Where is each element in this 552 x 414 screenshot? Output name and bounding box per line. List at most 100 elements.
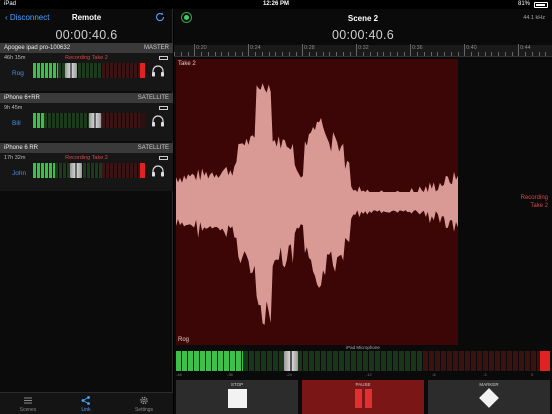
device-card[interactable]: Apogee ipad pro-100632 MASTER 46h 15m Recor… bbox=[0, 43, 173, 91]
tab-settings-label: Settings bbox=[134, 407, 154, 413]
meter-scale-label: -3 bbox=[483, 372, 487, 377]
device-role: MASTER bbox=[143, 45, 169, 51]
recording-line2: Take 2 bbox=[530, 203, 548, 209]
remote-title: Remote bbox=[71, 13, 102, 22]
device-user: Bill bbox=[12, 120, 21, 127]
ruler-tick bbox=[268, 52, 270, 56]
device-meter-red-zone bbox=[102, 163, 140, 178]
ruler-tick bbox=[234, 52, 236, 56]
ruler-tick bbox=[450, 52, 452, 56]
meter-red-zone bbox=[423, 351, 540, 371]
ruler-tick bbox=[545, 52, 547, 56]
ruler-tick bbox=[369, 52, 371, 56]
ruler-tick bbox=[315, 52, 317, 56]
device-header: Apogee ipad pro-100632 MASTER bbox=[0, 43, 173, 53]
ruler-tick bbox=[261, 52, 263, 56]
ruler-tick bbox=[390, 52, 391, 56]
ruler-tick bbox=[457, 52, 459, 56]
device-status: Recording Take 2 bbox=[65, 155, 108, 161]
meter-scale-label: -36 bbox=[227, 372, 233, 377]
ruler-tick bbox=[275, 52, 277, 56]
ruler-tick bbox=[214, 52, 216, 56]
input-label: iPad Microphone bbox=[346, 345, 380, 350]
device-meter-fill bbox=[33, 113, 44, 128]
ruler-tick bbox=[430, 52, 432, 56]
ruler-label: 0:28 bbox=[304, 45, 315, 51]
device-name: Apogee ipad pro-100632 bbox=[4, 45, 71, 51]
device-card[interactable]: iPhone 6+RR SATELLITE 9h 45m Bill bbox=[0, 93, 173, 141]
device-meter-red-zone bbox=[102, 63, 140, 78]
status-bar: iPad 12:26 PM 81% bbox=[0, 0, 552, 9]
input-level-meter[interactable] bbox=[176, 351, 550, 371]
ruler-label: 0:20 bbox=[196, 45, 207, 51]
tab-scenes-label: Scenes bbox=[19, 407, 37, 413]
ruler-tick bbox=[349, 52, 351, 56]
ruler-tick bbox=[531, 52, 533, 56]
gear-icon bbox=[140, 396, 148, 405]
recording-line1: Recording bbox=[520, 195, 548, 201]
remote-panel: ‹ Disconnect Remote 00:00:40.6 Apogee ip… bbox=[0, 9, 173, 414]
stop-button[interactable]: STOP bbox=[176, 380, 298, 414]
input-gain-fader[interactable] bbox=[284, 351, 298, 371]
pause-button[interactable]: PAUSE bbox=[302, 380, 424, 414]
tab-link[interactable]: Link bbox=[66, 395, 106, 413]
meter-scale-label: -6 bbox=[432, 372, 436, 377]
stop-label: STOP bbox=[230, 382, 244, 387]
ruler-tick bbox=[241, 52, 243, 56]
device-meter-fill bbox=[33, 63, 58, 78]
device-clip-indicator bbox=[140, 163, 145, 178]
device-level-meter[interactable] bbox=[33, 113, 145, 128]
ruler-tick bbox=[322, 52, 324, 56]
meter-scale-label: -24 bbox=[286, 372, 292, 377]
ruler-tick bbox=[396, 52, 398, 56]
take-name: Take 2 bbox=[178, 61, 196, 67]
device-level-meter[interactable] bbox=[33, 63, 145, 78]
meter-scale-label: -48 bbox=[176, 372, 182, 377]
battery-percent: 81% bbox=[517, 1, 530, 7]
ruler-label: 0:32 bbox=[358, 45, 369, 51]
pause-label: PAUSE bbox=[355, 382, 371, 387]
ruler-tick bbox=[491, 52, 493, 56]
ruler-tick bbox=[504, 52, 506, 56]
meter-level-fill bbox=[176, 351, 243, 371]
ruler-tick bbox=[288, 52, 290, 56]
take-region[interactable]: Take 2 Rog bbox=[176, 59, 458, 345]
ruler-tick bbox=[363, 52, 364, 56]
headphones-icon[interactable] bbox=[151, 115, 165, 127]
meter-scale: -48 -36 -24 -12 -6 -3 0 bbox=[176, 372, 550, 379]
sample-rate: 44.1 kHz bbox=[523, 15, 545, 21]
refresh-icon[interactable] bbox=[154, 11, 166, 23]
ruler-tick bbox=[477, 52, 479, 56]
ruler-label: 0:36 bbox=[412, 45, 423, 51]
tab-bar: Scenes Link Settings bbox=[0, 392, 173, 414]
ruler-tick bbox=[255, 52, 256, 56]
device-meter-red-zone bbox=[102, 113, 140, 128]
headphones-icon[interactable] bbox=[151, 165, 165, 177]
headphones-icon[interactable] bbox=[151, 65, 165, 77]
device-gain-fader[interactable] bbox=[70, 163, 82, 178]
device-meter-fill bbox=[33, 163, 55, 178]
clip-indicator bbox=[540, 351, 550, 371]
marker-icon bbox=[479, 388, 499, 408]
ruler-label: 0:44 bbox=[520, 45, 531, 51]
device-clip-indicator bbox=[140, 113, 145, 128]
device-header: iPhone 6+RR SATELLITE bbox=[0, 93, 173, 103]
ruler-tick bbox=[471, 52, 472, 56]
meter-scale-label: 0 bbox=[531, 372, 534, 377]
recording-indicator: Recording Take 2 bbox=[521, 194, 548, 210]
device-gain-fader[interactable] bbox=[89, 113, 101, 128]
tab-settings[interactable]: Settings bbox=[124, 395, 164, 413]
stop-icon bbox=[228, 389, 247, 408]
ruler-tick bbox=[383, 52, 385, 56]
timeline-ruler[interactable]: 0:20 0:24 0:28 0:32 0:36 0:40 0:44 bbox=[174, 44, 552, 57]
device-user: Rog bbox=[12, 70, 24, 77]
ruler-tick bbox=[201, 52, 202, 56]
device-gain-fader[interactable] bbox=[65, 63, 77, 78]
device-level-meter[interactable] bbox=[33, 163, 145, 178]
device-name: iPhone 6+RR bbox=[4, 95, 40, 101]
marker-button[interactable]: MARKER bbox=[428, 380, 550, 414]
ruler-tick bbox=[444, 52, 445, 56]
ruler-tick bbox=[282, 52, 283, 56]
device-card[interactable]: iPhone 6 RR SATELLITE 17h 32m Recording Tak… bbox=[0, 143, 173, 191]
tab-scenes[interactable]: Scenes bbox=[8, 395, 48, 413]
